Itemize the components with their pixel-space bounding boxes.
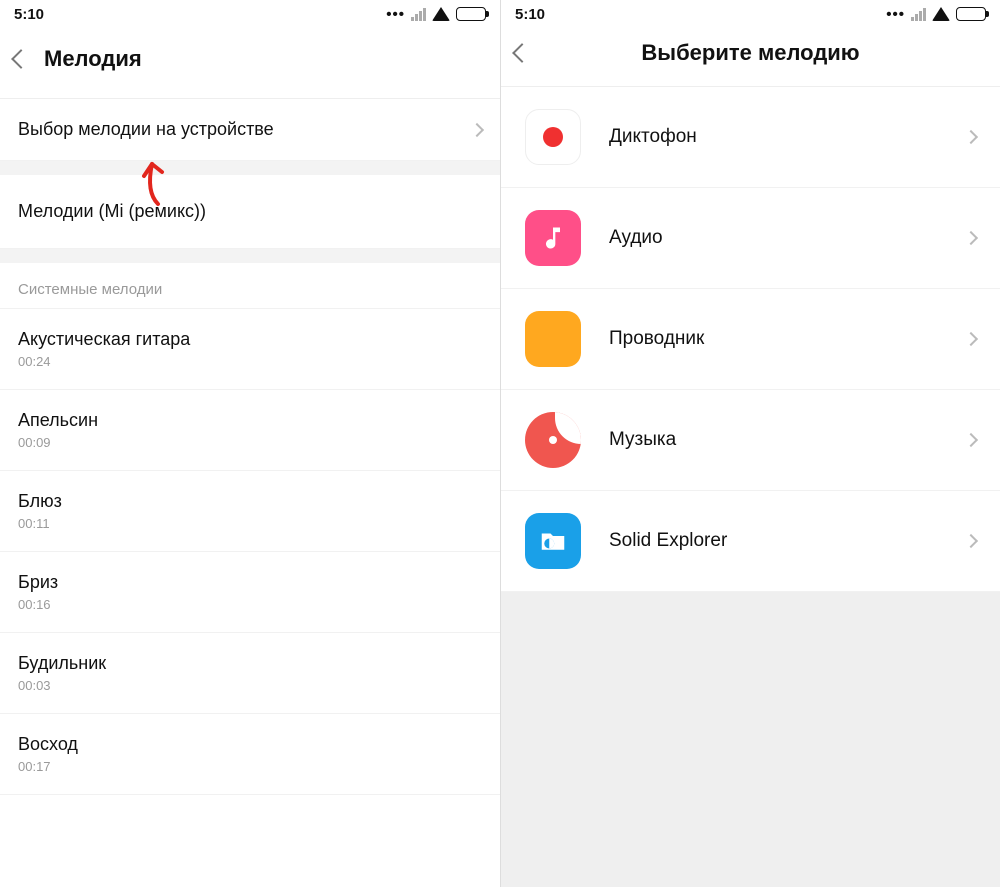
ringtone-row[interactable]: Бриз 00:16 [0, 552, 500, 633]
status-icons: ••• [886, 6, 986, 23]
chevron-right-icon [470, 122, 484, 136]
page-title: Мелодия [44, 46, 142, 72]
chevron-right-icon [964, 534, 978, 548]
ringtone-row[interactable]: Восход 00:17 [0, 714, 500, 795]
mi-remix-row[interactable]: Мелодии (Mi (ремикс)) [0, 175, 500, 249]
app-label: Аудио [609, 227, 938, 249]
status-time: 5:10 [515, 6, 545, 23]
chevron-right-icon [964, 332, 978, 346]
app-row-recorder[interactable]: Диктофон [501, 87, 1000, 188]
music-icon [525, 412, 581, 468]
audio-icon [525, 210, 581, 266]
ringtone-duration: 00:16 [18, 597, 482, 612]
ringtone-duration: 00:09 [18, 435, 482, 450]
phone-left: 5:10 ••• Мелодия Выбор мелодии на устрой… [0, 0, 500, 887]
files-icon [525, 311, 581, 367]
status-bar: 5:10 ••• [501, 0, 1000, 28]
page-title: Выберите мелодию [501, 40, 1000, 66]
ringtone-name: Акустическая гитара [18, 329, 482, 350]
app-label: Диктофон [609, 126, 938, 148]
more-icon: ••• [886, 6, 905, 23]
app-label: Проводник [609, 328, 938, 350]
ringtone-duration: 00:24 [18, 354, 482, 369]
app-row-music[interactable]: Музыка [501, 390, 1000, 491]
section-gap [0, 161, 500, 175]
wifi-icon [432, 7, 450, 21]
more-icon: ••• [386, 6, 405, 23]
choose-on-device-row[interactable]: Выбор мелодии на устройстве [0, 99, 500, 161]
ringtone-name: Блюз [18, 491, 482, 512]
ringtone-duration: 00:03 [18, 678, 482, 693]
back-icon[interactable] [11, 49, 31, 69]
mi-remix-label: Мелодии (Mi (ремикс)) [18, 201, 482, 222]
ringtone-row[interactable]: Апельсин 00:09 [0, 390, 500, 471]
signal-icon [911, 8, 926, 21]
recorder-icon [525, 109, 581, 165]
status-icons: ••• [386, 6, 486, 23]
ringtone-name: Бриз [18, 572, 482, 593]
choose-on-device-label: Выбор мелодии на устройстве [18, 119, 472, 140]
solid-explorer-icon [525, 513, 581, 569]
status-bar: 5:10 ••• [0, 0, 500, 28]
phone-right: 5:10 ••• Выберите мелодию Диктофон Аудио [500, 0, 1000, 887]
battery-icon [956, 7, 986, 21]
titlebar: Выберите мелодию [501, 28, 1000, 87]
ringtone-name: Восход [18, 734, 482, 755]
battery-icon [456, 7, 486, 21]
chevron-right-icon [964, 433, 978, 447]
app-label: Музыка [609, 429, 938, 451]
ringtone-duration: 00:11 [18, 516, 482, 531]
ringtone-name: Апельсин [18, 410, 482, 431]
app-label: Solid Explorer [609, 530, 938, 552]
app-row-audio[interactable]: Аудио [501, 188, 1000, 289]
app-row-files[interactable]: Проводник [501, 289, 1000, 390]
section-gap [0, 249, 500, 263]
app-row-solid-explorer[interactable]: Solid Explorer [501, 491, 1000, 592]
status-time: 5:10 [14, 6, 44, 23]
signal-icon [411, 8, 426, 21]
chevron-right-icon [964, 130, 978, 144]
ringtone-row[interactable]: Будильник 00:03 [0, 633, 500, 714]
ringtone-row[interactable]: Акустическая гитара 00:24 [0, 309, 500, 390]
system-ringtones-header: Системные мелодии [0, 263, 500, 309]
chevron-right-icon [964, 231, 978, 245]
ringtone-name: Будильник [18, 653, 482, 674]
ringtone-row[interactable]: Блюз 00:11 [0, 471, 500, 552]
wifi-icon [932, 7, 950, 21]
ringtone-duration: 00:17 [18, 759, 482, 774]
titlebar: Мелодия [0, 28, 500, 99]
